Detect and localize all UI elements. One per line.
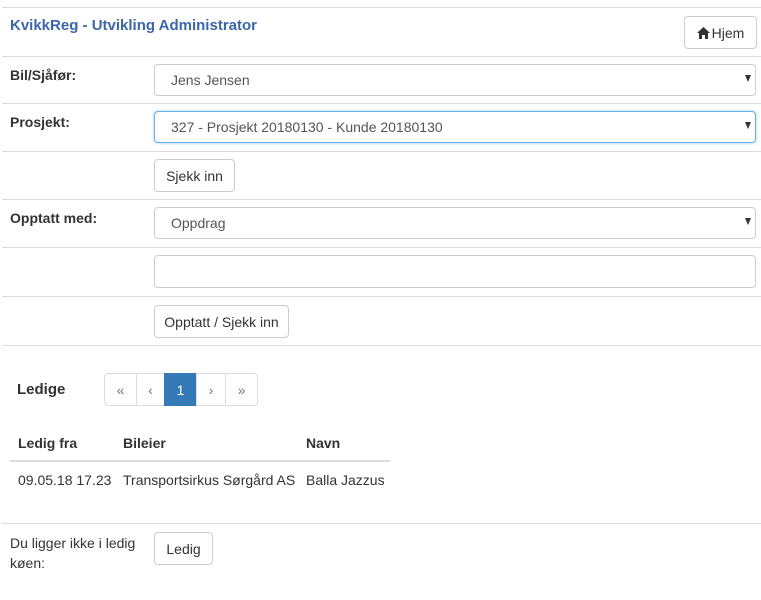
table-row[interactable]: 09.05.18 17.23 Transportsirkus Sørgård A…	[10, 462, 390, 498]
checkin-button[interactable]: Sjekk inn	[154, 159, 235, 192]
divider	[2, 523, 761, 524]
busy-row: Opptatt med: Oppdrag	[2, 200, 761, 248]
table-header-row: Ledig fra Bileier Navn	[10, 426, 390, 462]
home-button[interactable]: Hjem	[684, 16, 757, 49]
project-row: Prosjekt: 327 - Prosjekt 20180130 - Kund…	[2, 104, 761, 152]
cell-bileier: Transportsirkus Sørgård AS	[123, 472, 296, 488]
pagination-previous[interactable]: ‹	[136, 373, 165, 406]
header: KvikkReg - Utvikling Administrator Hjem	[2, 7, 761, 57]
chevron-down-icon	[745, 75, 751, 82]
pagination-last[interactable]: »	[225, 373, 258, 406]
note-input[interactable]	[154, 255, 756, 288]
driver-row: Bil/Sjåfør: Jens Jensen	[2, 57, 761, 104]
checkin-row: Sjekk inn	[2, 152, 761, 200]
ledige-table: Ledig fra Bileier Navn 09.05.18 17.23 Tr…	[10, 426, 390, 498]
pagination-next[interactable]: ›	[196, 373, 226, 406]
busy-checkin-button[interactable]: Opptatt / Sjekk inn	[154, 305, 289, 338]
ledig-button[interactable]: Ledig	[154, 532, 213, 565]
busy-checkin-row: Opptatt / Sjekk inn	[2, 297, 761, 346]
project-label: Prosjekt:	[10, 114, 70, 130]
driver-select-value: Jens Jensen	[171, 72, 250, 88]
project-select-value: 327 - Prosjekt 20180130 - Kunde 20180130	[171, 119, 443, 135]
project-select[interactable]: 327 - Prosjekt 20180130 - Kunde 20180130	[154, 111, 756, 143]
column-header-bileier: Bileier	[123, 435, 166, 451]
note-row	[2, 248, 761, 297]
column-header-ledig-fra: Ledig fra	[18, 435, 78, 451]
busy-select-value: Oppdrag	[171, 215, 226, 231]
app-title: KvikkReg - Utvikling Administrator	[10, 17, 257, 34]
cell-navn: Balla Jazzus	[306, 472, 385, 488]
busy-label: Opptatt med:	[10, 210, 98, 226]
pagination-page-1[interactable]: 1	[164, 373, 197, 406]
home-icon	[696, 26, 710, 39]
ledige-title: Ledige	[17, 381, 66, 398]
driver-label: Bil/Sjåfør:	[10, 67, 77, 83]
queue-status-text: Du ligger ikke i ledig køen:	[10, 535, 136, 571]
pagination: « ‹ 1 › »	[104, 373, 258, 406]
page: KvikkReg - Utvikling Administrator Hjem …	[0, 0, 761, 600]
column-header-navn: Navn	[306, 435, 341, 451]
pagination-first[interactable]: «	[104, 373, 137, 406]
driver-select[interactable]: Jens Jensen	[154, 64, 756, 96]
cell-ledig-fra: 09.05.18 17.23	[18, 472, 112, 488]
chevron-down-icon	[745, 122, 751, 129]
busy-select[interactable]: Oppdrag	[154, 207, 756, 239]
home-button-label: Hjem	[711, 24, 745, 41]
chevron-down-icon	[745, 218, 751, 225]
